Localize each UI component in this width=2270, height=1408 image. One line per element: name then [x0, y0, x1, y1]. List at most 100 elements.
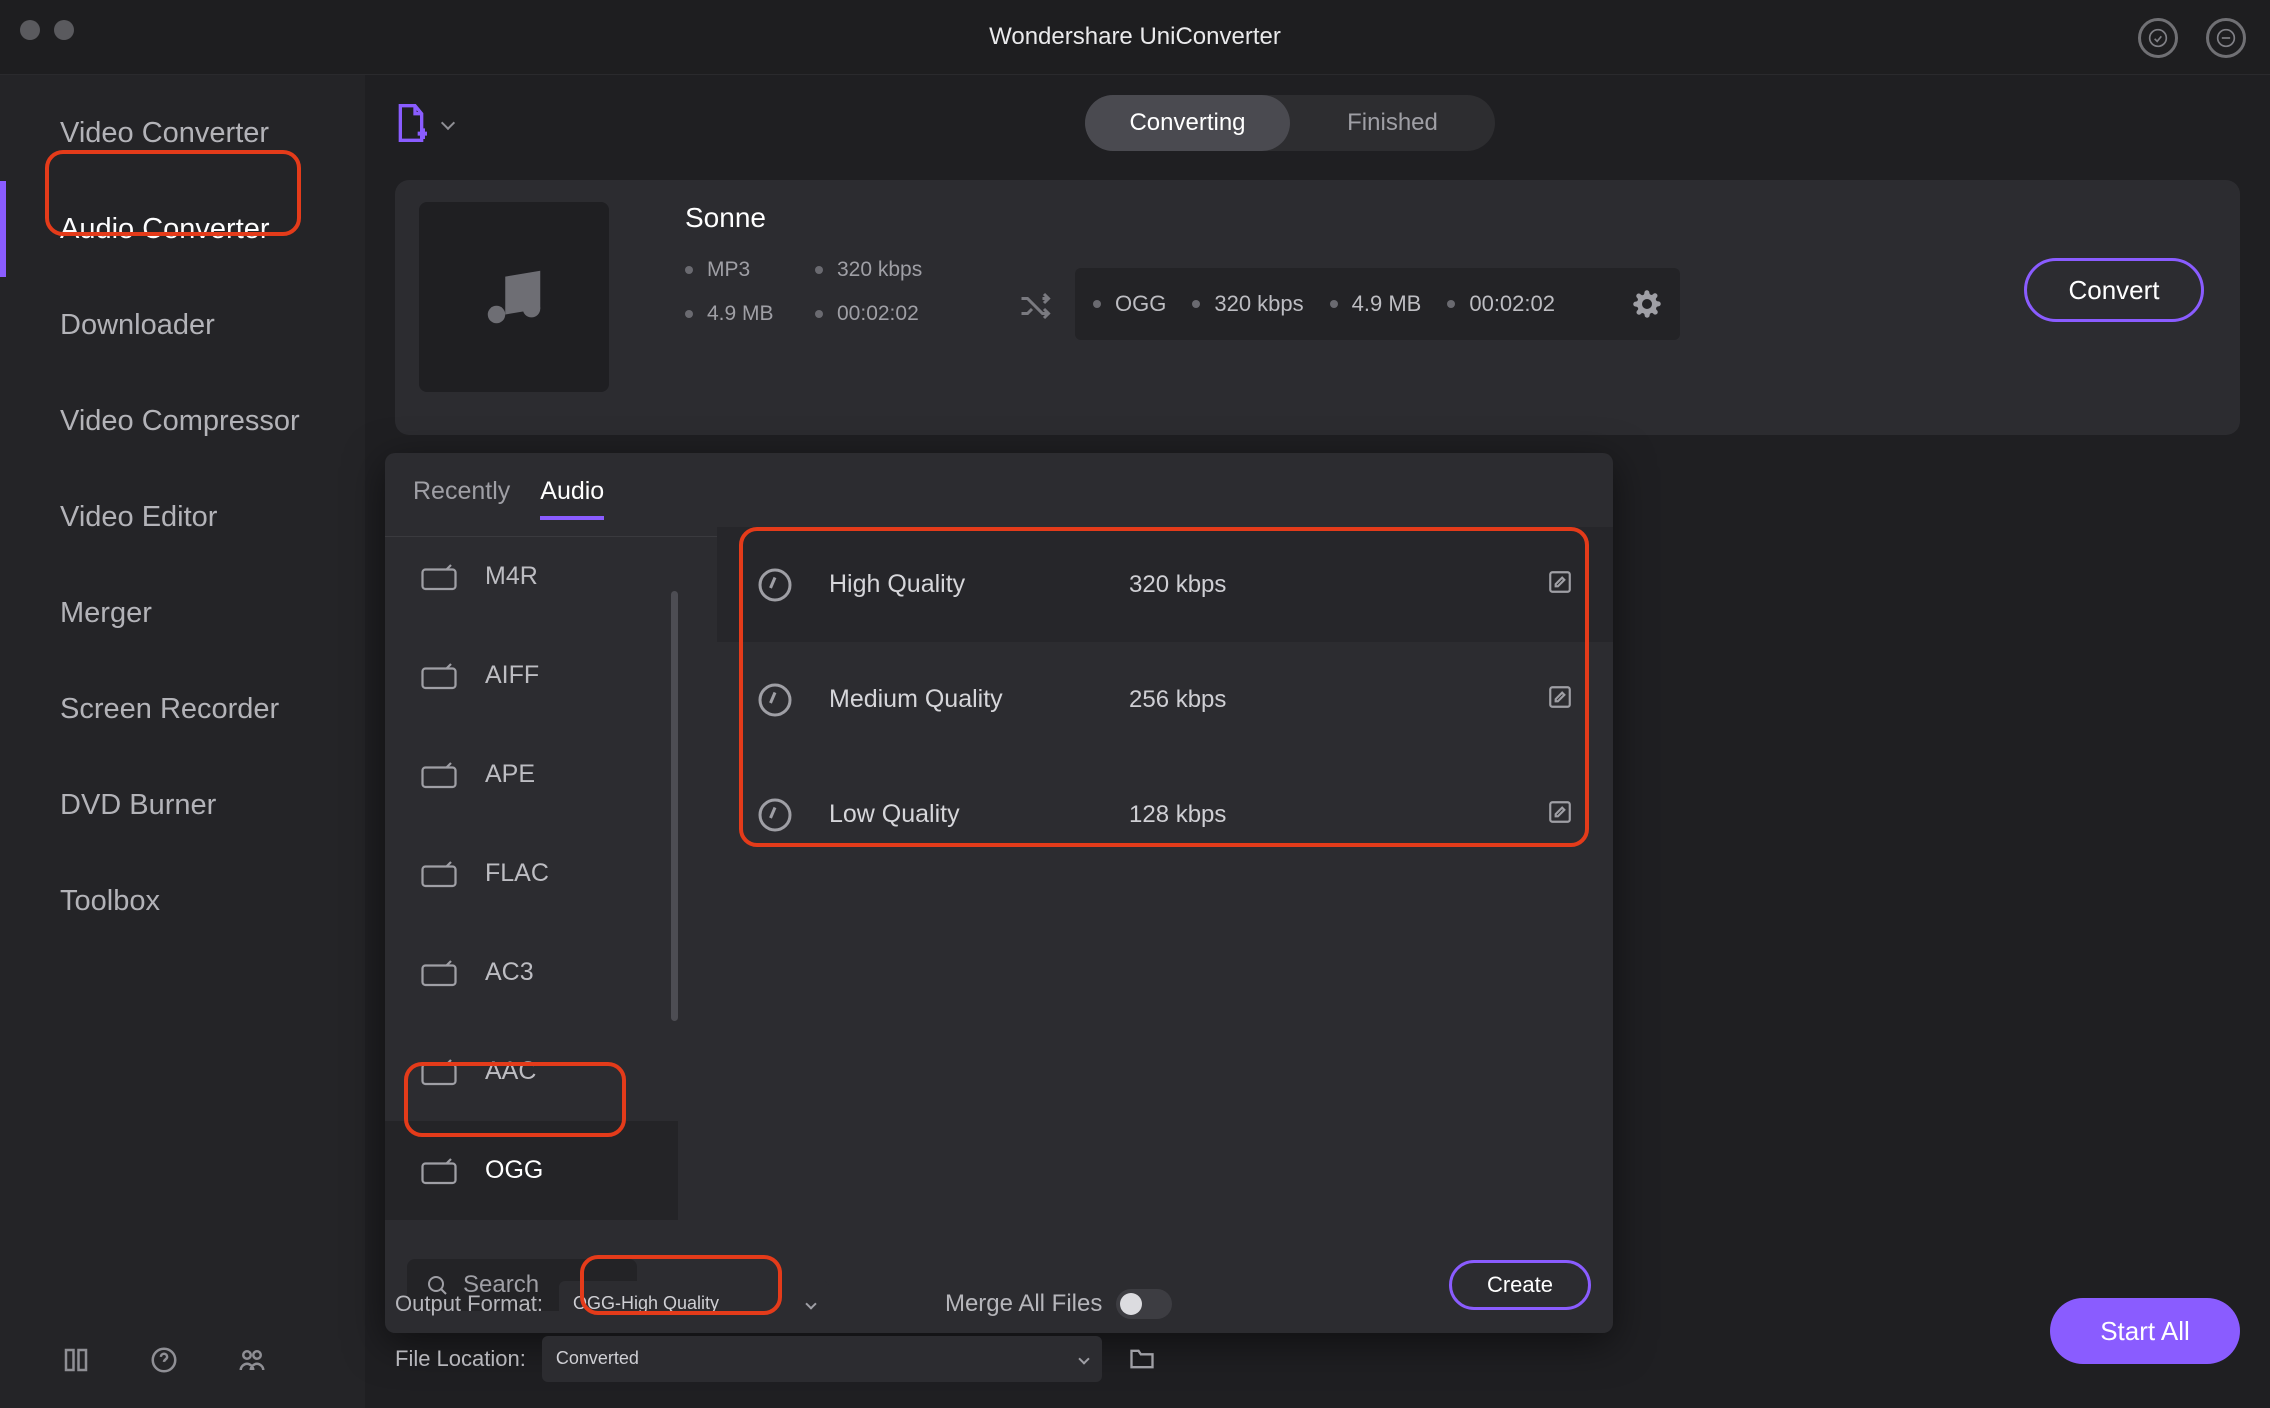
minimize-window-icon[interactable]: [54, 20, 74, 40]
src-bitrate: 320 kbps: [815, 258, 975, 282]
file-location-label: File Location:: [395, 1346, 526, 1372]
format-label: M4R: [485, 562, 538, 591]
sidebar-item-video-editor[interactable]: Video Editor: [0, 469, 365, 565]
format-list[interactable]: M4R AIFF APE FLAC AC3 AAC OGG: [385, 527, 678, 1222]
add-file-button[interactable]: [395, 103, 453, 143]
sidebar-item-screen-recorder[interactable]: Screen Recorder: [0, 661, 365, 757]
dst-bitrate: 320 kbps: [1192, 291, 1303, 317]
dst-size: 4.9 MB: [1330, 291, 1422, 317]
output-meta-bar[interactable]: OGG 320 kbps 4.9 MB 00:02:02: [1075, 268, 1680, 340]
output-format-label: Output Format:: [395, 1291, 543, 1317]
format-icon: [421, 760, 457, 790]
format-label: APE: [485, 760, 535, 789]
dst-format: OGG: [1093, 291, 1166, 317]
feedback-icon[interactable]: [2206, 18, 2246, 58]
src-size: 4.9 MB: [685, 302, 815, 326]
tutorial-icon[interactable]: [56, 1340, 96, 1380]
community-icon[interactable]: [232, 1340, 272, 1380]
format-item-ac3[interactable]: AC3: [385, 923, 678, 1022]
sidebar-item-label: Video Converter: [60, 117, 269, 150]
quality-icon: [757, 682, 793, 718]
sidebar-item-label: Merger: [60, 597, 152, 630]
format-icon: [421, 1156, 457, 1186]
quality-icon: [757, 567, 793, 603]
format-label: FLAC: [485, 859, 549, 888]
sidebar-item-label: Audio Converter: [60, 213, 270, 246]
quality-rate: 128 kbps: [1129, 801, 1226, 829]
account-icon[interactable]: [2138, 18, 2178, 58]
format-item-m4r[interactable]: M4R: [385, 527, 678, 626]
tab-audio[interactable]: Audio: [540, 477, 604, 520]
segment-finished[interactable]: Finished: [1290, 109, 1495, 137]
merge-switch[interactable]: [1116, 1289, 1172, 1319]
sidebar-item-label: Toolbox: [60, 885, 160, 918]
file-card: Sonne MP3 320 kbps 4.9 MB 00:02:02 OGG 3…: [395, 180, 2240, 435]
format-label: AAC: [485, 1057, 536, 1086]
quality-rate: 256 kbps: [1129, 686, 1226, 714]
chevron-down-icon: [805, 1298, 816, 1309]
window-traffic-lights: [20, 20, 74, 40]
audio-thumbnail[interactable]: [419, 202, 609, 392]
settings-icon[interactable]: [1632, 289, 1662, 319]
format-item-aac[interactable]: AAC: [385, 1022, 678, 1121]
output-format-select[interactable]: OGG-High Quality: [559, 1281, 829, 1327]
format-icon: [421, 1057, 457, 1087]
format-icon: [421, 958, 457, 988]
format-scrollbar[interactable]: [671, 591, 678, 1021]
file-location-value: Converted: [556, 1348, 1070, 1369]
sidebar: Video Converter Audio Converter Download…: [0, 75, 365, 1408]
edit-icon[interactable]: [1547, 684, 1573, 715]
format-item-flac[interactable]: FLAC: [385, 824, 678, 923]
close-window-icon[interactable]: [20, 20, 40, 40]
convert-button[interactable]: Convert: [2024, 258, 2204, 322]
sidebar-item-audio-converter[interactable]: Audio Converter: [0, 181, 365, 277]
format-label: OGG: [485, 1156, 543, 1185]
src-format: MP3: [685, 258, 815, 282]
sidebar-item-downloader[interactable]: Downloader: [0, 277, 365, 373]
segment-converting[interactable]: Converting: [1085, 95, 1290, 151]
sidebar-item-toolbox[interactable]: Toolbox: [0, 853, 365, 949]
help-icon[interactable]: [144, 1340, 184, 1380]
sidebar-item-merger[interactable]: Merger: [0, 565, 365, 661]
quality-list: High Quality 320 kbps Medium Quality 256…: [717, 527, 1613, 872]
format-icon: [421, 661, 457, 691]
sidebar-item-label: Video Editor: [60, 501, 217, 534]
sidebar-item-label: DVD Burner: [60, 789, 216, 822]
source-meta: MP3 320 kbps 4.9 MB 00:02:02: [685, 258, 975, 326]
quality-item-low[interactable]: Low Quality 128 kbps: [717, 757, 1613, 872]
quality-item-medium[interactable]: Medium Quality 256 kbps: [717, 642, 1613, 757]
output-format-value: OGG-High Quality: [573, 1293, 797, 1314]
sidebar-item-video-compressor[interactable]: Video Compressor: [0, 373, 365, 469]
dst-duration: 00:02:02: [1447, 291, 1555, 317]
quality-name: High Quality: [829, 570, 1129, 599]
quality-name: Medium Quality: [829, 685, 1129, 714]
start-all-button[interactable]: Start All: [2050, 1298, 2240, 1364]
tab-recently[interactable]: Recently: [413, 477, 510, 520]
content-area: Converting Finished Sonne MP3 320 kbps 4…: [365, 75, 2270, 1408]
quality-item-high[interactable]: High Quality 320 kbps: [717, 527, 1613, 642]
swap-icon[interactable]: [1017, 288, 1053, 329]
quality-rate: 320 kbps: [1129, 571, 1226, 599]
format-item-ape[interactable]: APE: [385, 725, 678, 824]
format-icon: [421, 859, 457, 889]
open-folder-icon[interactable]: [1128, 1347, 1156, 1371]
edit-icon[interactable]: [1547, 799, 1573, 830]
format-item-ogg[interactable]: OGG: [385, 1121, 678, 1220]
format-item-aiff[interactable]: AIFF: [385, 626, 678, 725]
sidebar-item-label: Video Compressor: [60, 405, 300, 438]
chevron-down-icon: [1078, 1353, 1089, 1364]
sidebar-item-label: Screen Recorder: [60, 693, 279, 726]
src-duration: 00:02:02: [815, 302, 975, 326]
quality-icon: [757, 797, 793, 833]
file-location-select[interactable]: Converted: [542, 1336, 1102, 1382]
format-popover: Recently Audio M4R AIFF APE FLAC AC3 AAC…: [385, 453, 1613, 1333]
chevron-down-icon: [441, 115, 455, 129]
sidebar-item-dvd-burner[interactable]: DVD Burner: [0, 757, 365, 853]
format-label: AIFF: [485, 661, 539, 690]
merge-label: Merge All Files: [945, 1290, 1102, 1318]
title-bar: Wondershare UniConverter: [0, 0, 2270, 75]
sidebar-item-video-converter[interactable]: Video Converter: [0, 85, 365, 181]
bottom-bar: Output Format: OGG-High Quality Merge Al…: [395, 1276, 2240, 1386]
edit-icon[interactable]: [1547, 569, 1573, 600]
app-title: Wondershare UniConverter: [989, 23, 1281, 51]
